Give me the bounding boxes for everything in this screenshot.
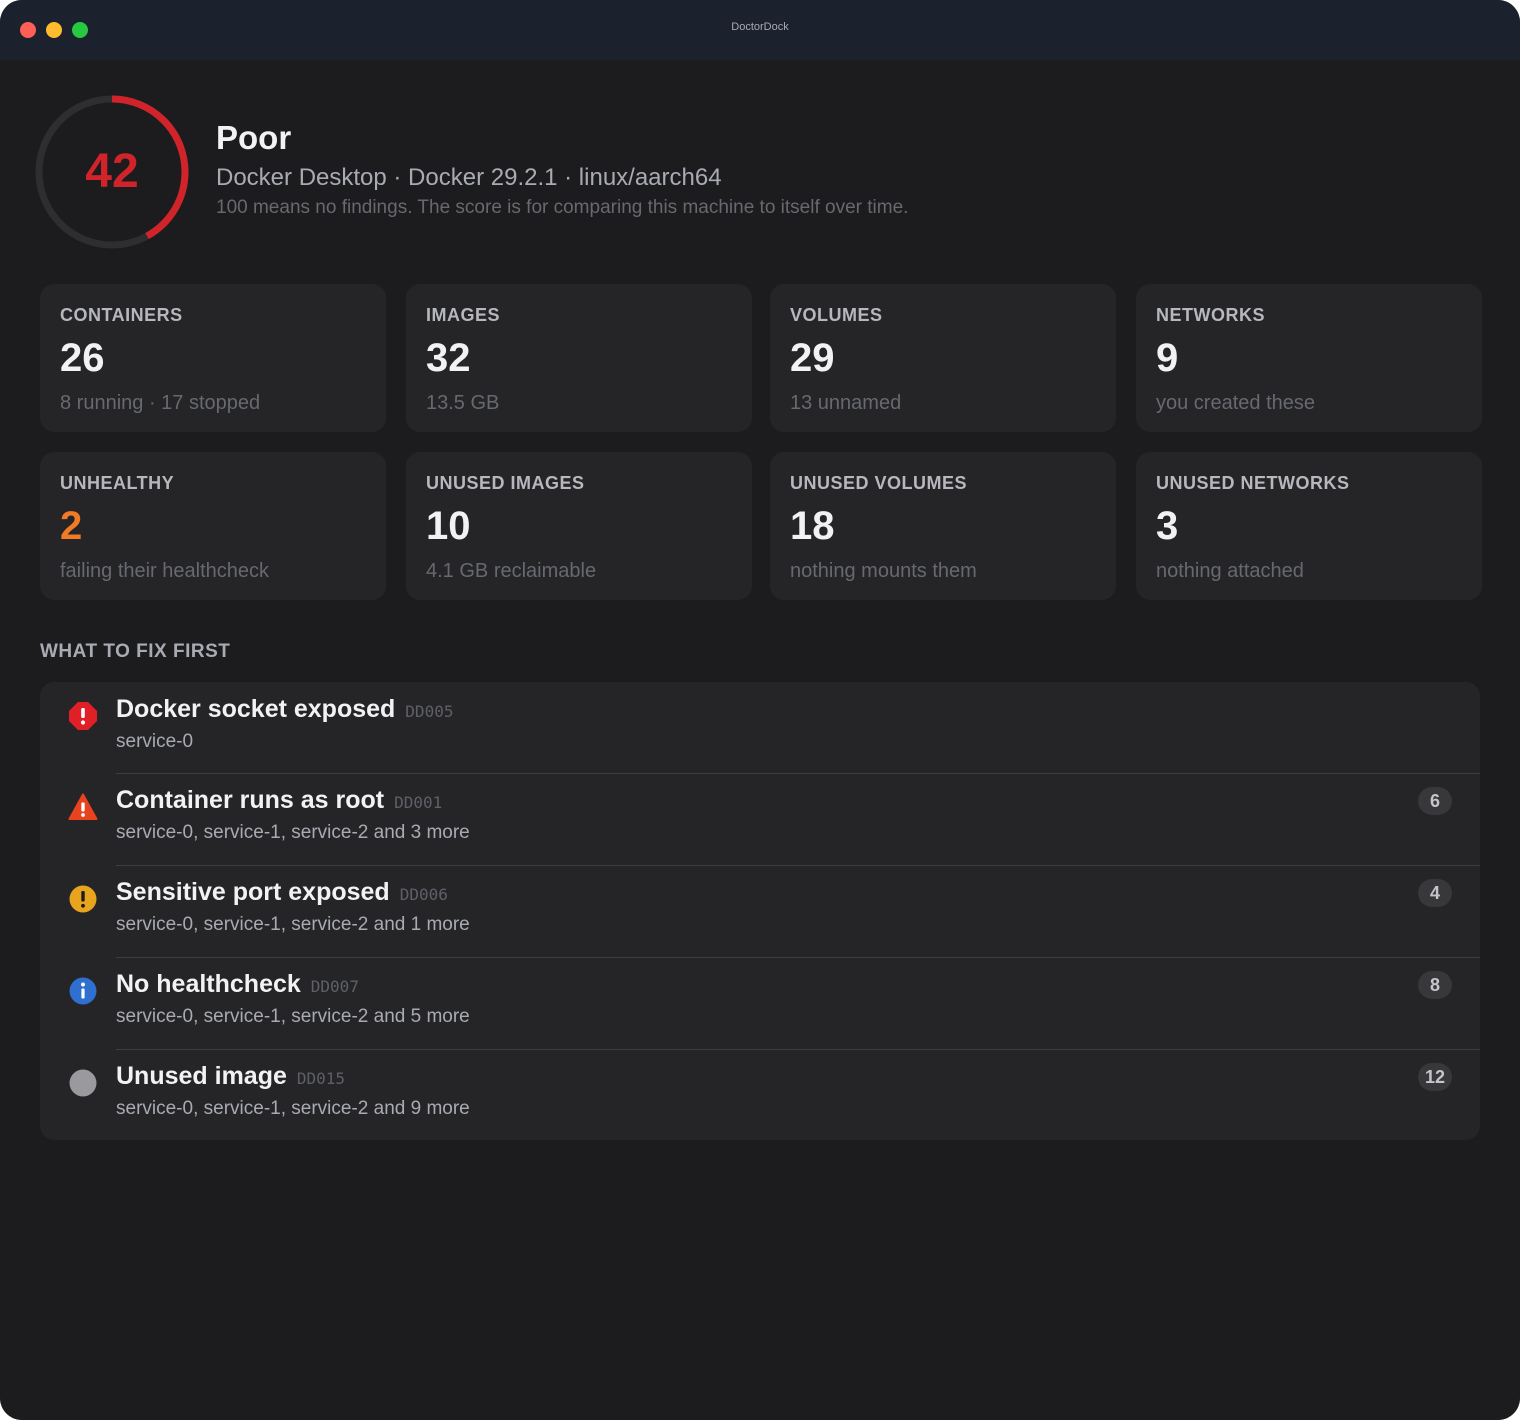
dashboard: 42 Poor Docker Desktop · Docker 29.2.1 ·… [0,60,1520,1420]
app-window: DoctorDock 42 Poor Docker Desktop · Dock… [0,0,1520,1420]
stat-value: 2 [60,504,83,548]
stat-label: NETWORKS [1156,305,1265,325]
info-icon [69,977,97,1005]
score-status: Poor [216,119,292,156]
finding-title: No healthcheck [116,970,301,998]
finding-title: Container runs as root [116,786,385,814]
stat-card-unused-volumes[interactable]: UNUSED VOLUMES 18 nothing mounts them [770,452,1116,600]
finding-code: DD001 [394,793,443,812]
finding-heading: No healthcheck DD007 [116,970,359,999]
stat-subtext: 4.1 GB reclaimable [426,560,597,582]
stat-value: 10 [426,504,471,548]
stat-card-unhealthy[interactable]: UNHEALTHY 2 failing their healthcheck [40,452,386,600]
stat-card-containers[interactable]: CONTAINERS 26 8 running · 17 stopped [40,284,386,432]
finding-affected-services: service-0 [116,731,194,752]
score-summary: Poor Docker Desktop · Docker 29.2.1 · li… [216,118,908,220]
stat-subtext: 13.5 GB [426,392,500,414]
finding-item[interactable]: Unused image DD015 service-0, service-1, … [40,1049,1480,1140]
caution-icon [69,885,97,913]
finding-code: DD005 [405,702,454,721]
warning-triangle-icon [68,793,98,820]
score-value: 42 [85,145,139,198]
finding-item[interactable]: Sensitive port exposed DD006 service-0, s… [40,865,1480,957]
score-ring: 42 [33,93,191,251]
stat-label: UNUSED NETWORKS [1156,473,1350,493]
section-title: WHAT TO FIX FIRST [40,641,231,662]
finding-item[interactable]: Docker socket exposed DD005 service-0 [40,682,1480,774]
stat-subtext: nothing attached [1156,560,1304,582]
finding-title: Docker socket exposed [116,695,396,723]
stat-card-unused-networks[interactable]: UNUSED NETWORKS 3 nothing attached [1136,452,1482,600]
window-title: DoctorDock [731,21,789,33]
finding-affected-services: service-0, service-1, service-2 and 5 mo… [116,1006,470,1027]
stat-value: 18 [790,504,835,548]
stat-label: CONTAINERS [60,305,183,325]
stat-subtext: failing their healthcheck [60,560,270,582]
stat-label: UNHEALTHY [60,473,175,493]
stat-value: 3 [1156,504,1179,548]
stat-subtext: 13 unnamed [790,392,902,414]
finding-count-badge: 6 [1418,787,1452,815]
finding-affected-services: service-0, service-1, service-2 and 9 mo… [116,1098,470,1119]
finding-count-badge: 8 [1418,971,1452,999]
finding-heading: Sensitive port exposed DD006 [116,878,448,907]
stat-label: IMAGES [426,305,501,325]
stat-label: VOLUMES [790,305,883,325]
stat-card-volumes[interactable]: VOLUMES 29 13 unnamed [770,284,1116,432]
stat-subtext: you created these [1156,392,1315,414]
stats-row-issues: UNHEALTHY 2 failing their healthcheck UN… [40,452,1482,600]
findings-list: Docker socket exposed DD005 service-0 Con… [40,682,1480,1140]
finding-code: DD015 [296,1069,346,1088]
stat-card-images[interactable]: IMAGES 32 13.5 GB [406,284,752,432]
finding-title: Sensitive port exposed [116,878,390,906]
stat-subtext: 8 running · 17 stopped [60,392,261,414]
title-bar: DoctorDock [0,0,1520,60]
stat-card-unused-images[interactable]: UNUSED IMAGES 10 4.1 GB reclaimable [406,452,752,600]
stat-value: 9 [1156,336,1179,380]
stats-row-inventory: CONTAINERS 26 8 running · 17 stopped IMA… [40,284,1482,432]
stat-value: 26 [60,336,105,380]
finding-count-badge: 12 [1418,1063,1452,1091]
stat-value: 29 [790,336,835,380]
stat-label: UNUSED IMAGES [426,473,585,493]
finding-heading: Docker socket exposed DD005 [116,695,453,724]
finding-heading: Container runs as root DD001 [116,786,442,815]
finding-title: Unused image [116,1062,287,1090]
dot-icon [69,1069,97,1097]
finding-code: DD007 [310,977,359,996]
stats-grid: CONTAINERS 26 8 running · 17 stopped IMA… [40,284,1482,620]
finding-code: DD006 [399,885,448,904]
finding-item[interactable]: Container runs as root DD001 service-0, s… [40,773,1480,865]
finding-count-badge: 4 [1418,879,1452,907]
finding-item[interactable]: No healthcheck DD007 service-0, service-1… [40,957,1480,1049]
score-note: 100 means no findings. The score is for … [216,197,909,218]
stat-value: 32 [426,336,471,380]
critical-icon [69,702,97,730]
finding-affected-services: service-0, service-1, service-2 and 3 mo… [116,822,470,843]
stat-card-networks[interactable]: NETWORKS 9 you created these [1136,284,1482,432]
environment-info: Docker Desktop · Docker 29.2.1 · linux/a… [216,164,722,191]
stat-label: UNUSED VOLUMES [790,473,968,493]
finding-affected-services: service-0, service-1, service-2 and 1 mo… [116,914,470,935]
stat-subtext: nothing mounts them [790,560,977,582]
finding-heading: Unused image DD015 [116,1062,345,1091]
